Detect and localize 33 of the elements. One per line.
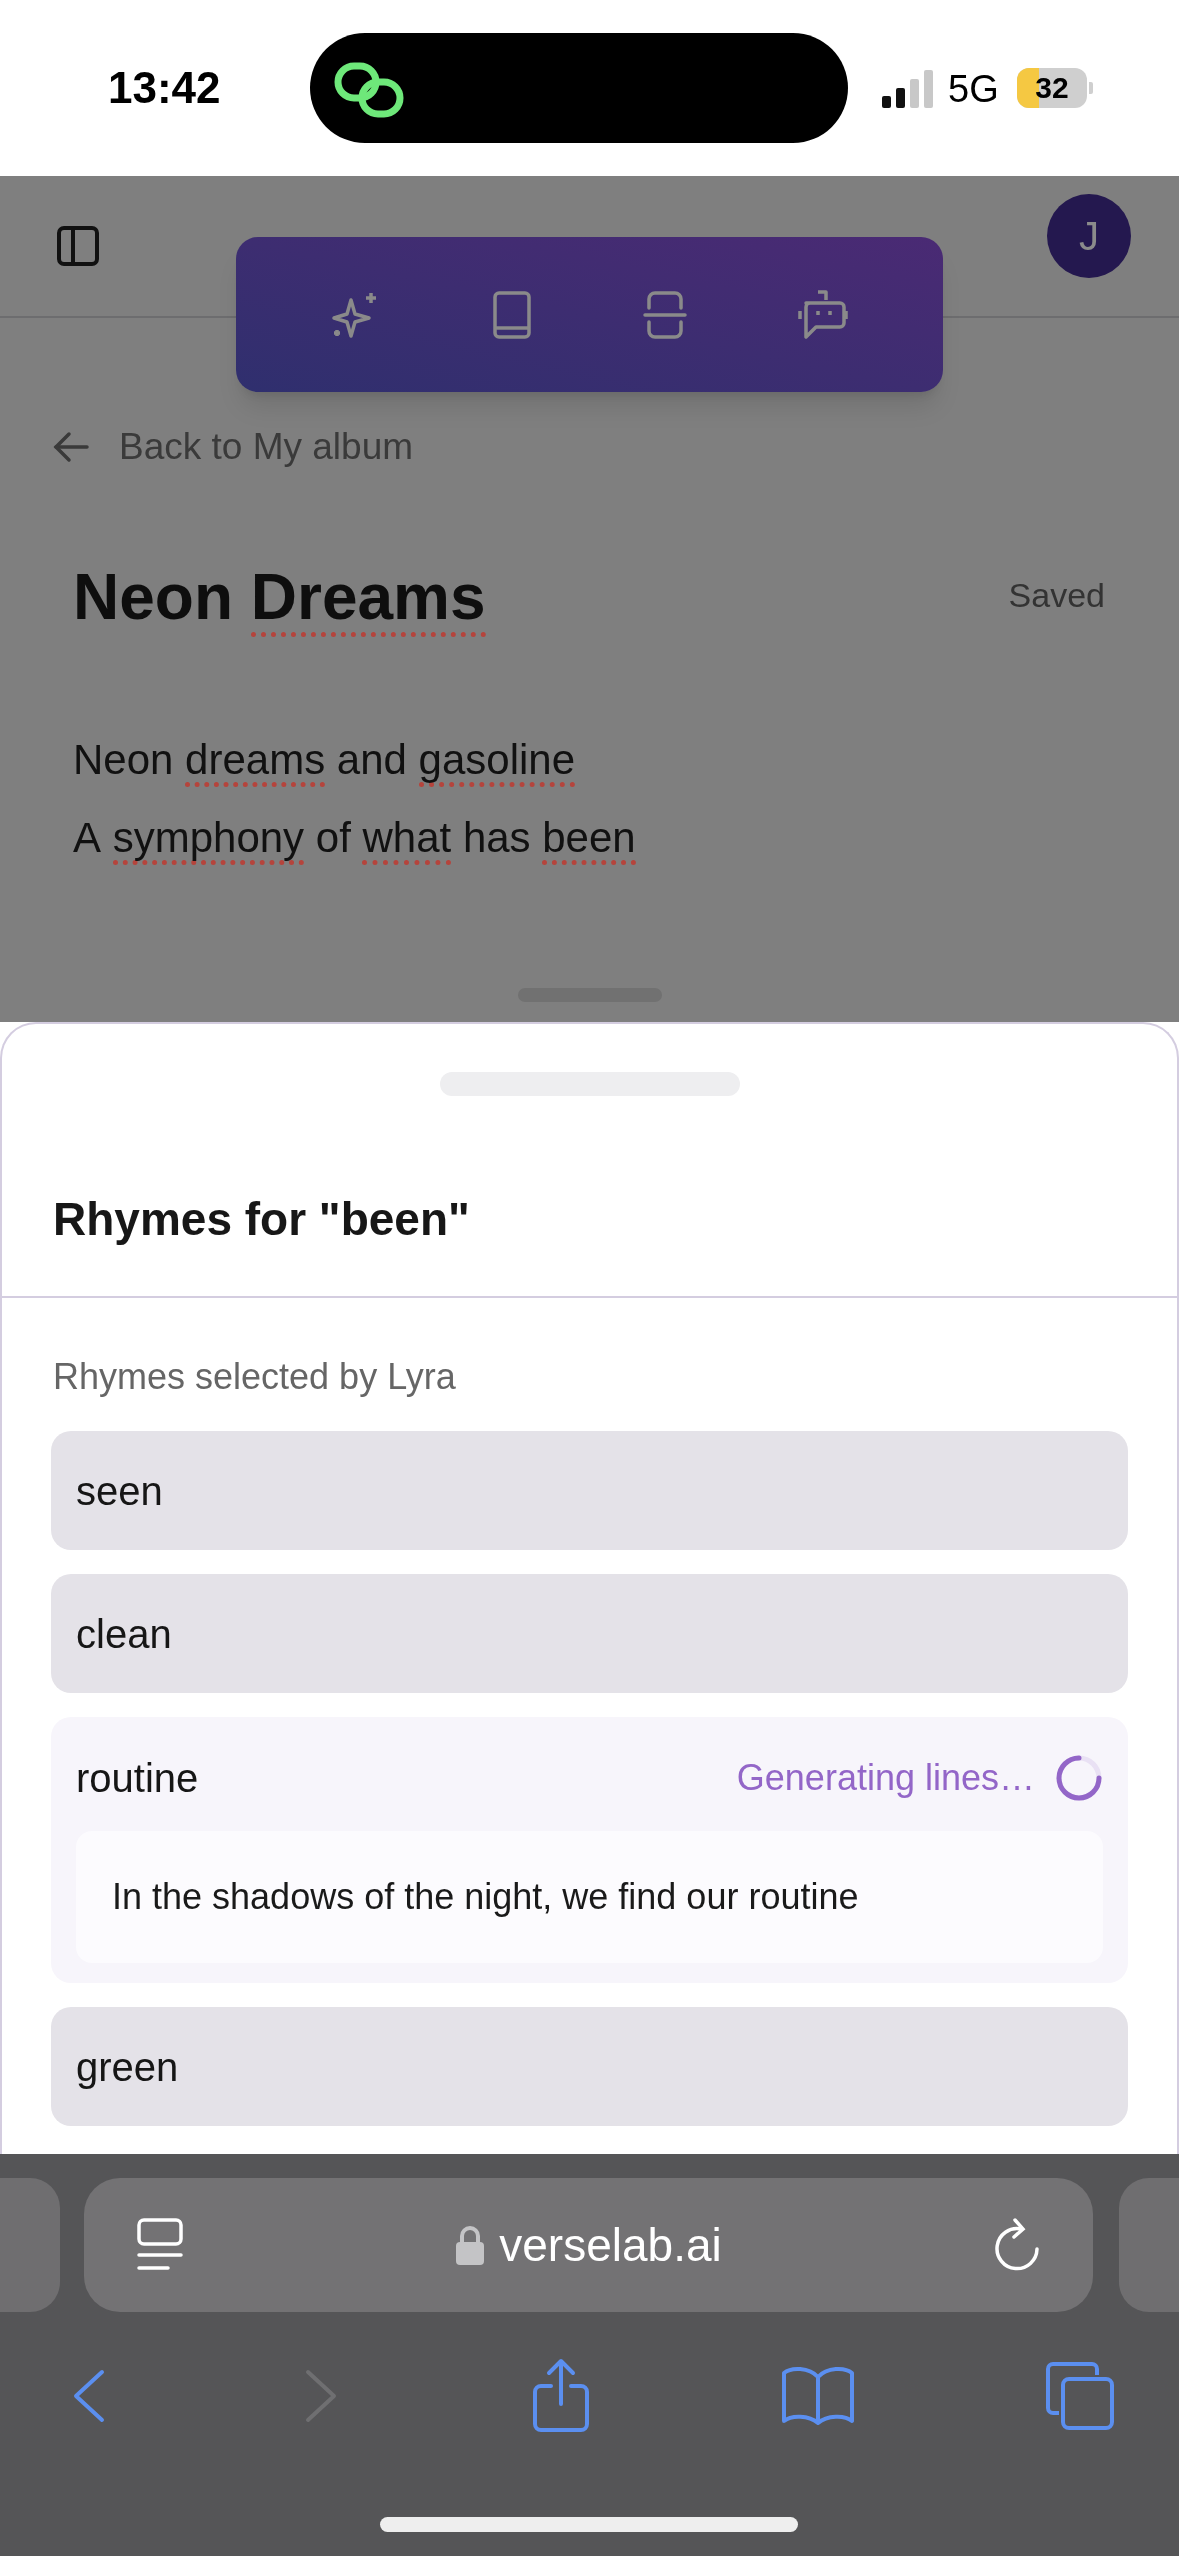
rhyme-option[interactable]: green (51, 2007, 1128, 2126)
lock-icon (455, 2224, 486, 2266)
sidebar-icon[interactable] (56, 225, 100, 267)
share-icon[interactable] (530, 2358, 591, 2434)
status-time: 13:42 (108, 62, 221, 114)
song-title[interactable]: Neon Dreams (73, 559, 486, 637)
save-status: Saved (1008, 574, 1105, 616)
lyric-line[interactable]: Neon dreams and gasoline (73, 721, 1179, 799)
tabs-icon[interactable] (1045, 2361, 1115, 2431)
scan-icon[interactable] (642, 289, 687, 340)
network-label: 5G (948, 67, 999, 112)
book-icon[interactable] (492, 289, 533, 340)
rhyme-card[interactable]: routine Generating lines… In the shadows of the night, we find our routine (51, 1717, 1128, 1983)
sheet-title: Rhymes for "been" (53, 1192, 471, 1247)
section-label: Rhymes selected by Lyra (53, 1355, 457, 1399)
reader-icon[interactable] (136, 2217, 184, 2273)
rhyme-option[interactable]: seen (51, 1431, 1128, 1550)
signal-icon (882, 70, 936, 108)
robot-chat-icon[interactable] (797, 288, 848, 341)
link-icon (334, 62, 404, 118)
rhyme-option[interactable]: clean (51, 1574, 1128, 1693)
tab-preview[interactable] (0, 2178, 60, 2312)
generating-status: Generating lines… (736, 1756, 1035, 1800)
back-link[interactable]: Back to My album (53, 425, 1179, 469)
bookmarks-icon[interactable] (780, 2365, 855, 2427)
url-text: verselab.ai (499, 2218, 722, 2273)
lyric-line[interactable]: A symphony of what has been (73, 799, 1179, 877)
avatar[interactable]: J (1047, 194, 1131, 278)
address-bar[interactable]: verselab.ai (84, 2178, 1093, 2312)
rhyme-word: routine (76, 1755, 199, 1802)
reload-icon[interactable] (993, 2217, 1041, 2273)
spinner-icon (1055, 1754, 1103, 1802)
tab-preview[interactable] (1119, 2178, 1179, 2312)
